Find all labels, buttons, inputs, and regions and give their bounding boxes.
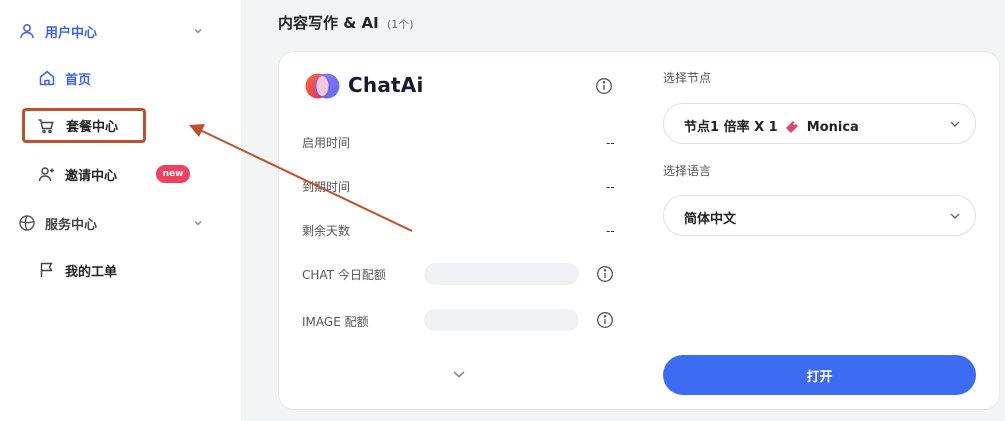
language-select[interactable]: 简体中文 xyxy=(663,195,976,236)
sidebar-item-invite-center[interactable]: 邀请中心 new xyxy=(24,156,214,192)
expire-time-label: 到期时间 xyxy=(302,180,351,194)
service-icon xyxy=(19,215,35,231)
sidebar-item-label: 套餐中心 xyxy=(66,120,119,135)
nav-group-label: 用户中心 xyxy=(45,25,98,41)
nav-group-user-center[interactable]: 用户中心 xyxy=(0,16,241,46)
page-title-text: 内容写作 & AI xyxy=(278,14,379,32)
node-select-value: 节点1 倍率 X 1 Monica xyxy=(684,116,859,135)
flag-icon xyxy=(40,262,53,277)
remaining-days-label: 剩余天数 xyxy=(302,224,351,238)
cart-icon xyxy=(38,118,54,133)
ticket-tag-icon xyxy=(786,121,799,133)
chevron-down-icon xyxy=(194,29,202,34)
info-icon[interactable] xyxy=(596,311,614,329)
nav-group-label: 服务中心 xyxy=(45,217,98,233)
node-value-suffix: Monica xyxy=(806,120,859,135)
node-select-label: 选择节点 xyxy=(663,71,712,85)
start-time-label: 启用时间 xyxy=(302,136,351,150)
language-select-label: 选择语言 xyxy=(663,164,712,178)
page-title: 内容写作 & AI (1个) xyxy=(278,12,414,33)
open-button[interactable]: 打开 xyxy=(663,355,976,395)
remaining-days-value: -- xyxy=(606,224,615,238)
invite-user-icon xyxy=(38,167,54,182)
new-badge: new xyxy=(156,165,190,183)
sidebar-item-label: 我的工单 xyxy=(65,264,118,280)
expand-chevron-icon[interactable] xyxy=(452,369,466,379)
info-icon[interactable] xyxy=(595,77,613,95)
chat-quota-bar xyxy=(424,263,579,285)
image-quota-label: IMAGE 配额 xyxy=(302,315,369,329)
sidebar: 用户中心 首页 套餐中心 邀请中心 new 服务中心 我的工单 xyxy=(0,0,241,421)
start-time-value: -- xyxy=(606,136,615,150)
home-icon xyxy=(39,70,55,86)
chatai-logo-icon xyxy=(305,73,340,99)
chevron-down-icon xyxy=(950,213,960,219)
sidebar-item-my-tickets[interactable]: 我的工单 xyxy=(24,252,214,288)
info-icon[interactable] xyxy=(596,265,614,283)
item-count: (1个) xyxy=(386,18,414,31)
node-value-prefix: 节点1 倍率 X 1 xyxy=(684,120,778,135)
nav-group-service-center[interactable]: 服务中心 xyxy=(0,208,241,238)
sidebar-item-plan-center[interactable]: 套餐中心 xyxy=(22,108,146,143)
sidebar-item-label: 邀请中心 xyxy=(65,168,118,184)
node-select[interactable]: 节点1 倍率 X 1 Monica xyxy=(663,103,976,144)
sidebar-item-home[interactable]: 首页 xyxy=(24,60,214,96)
sidebar-item-label: 首页 xyxy=(65,72,92,88)
language-select-value: 简体中文 xyxy=(684,212,737,227)
chevron-down-icon xyxy=(950,121,960,127)
chevron-down-icon xyxy=(194,221,202,226)
image-quota-bar xyxy=(424,309,579,331)
user-icon xyxy=(20,24,34,39)
product-name: ChatAi xyxy=(348,73,424,97)
expire-time-value: -- xyxy=(606,180,615,194)
chat-quota-label: CHAT 今日配额 xyxy=(302,268,386,282)
